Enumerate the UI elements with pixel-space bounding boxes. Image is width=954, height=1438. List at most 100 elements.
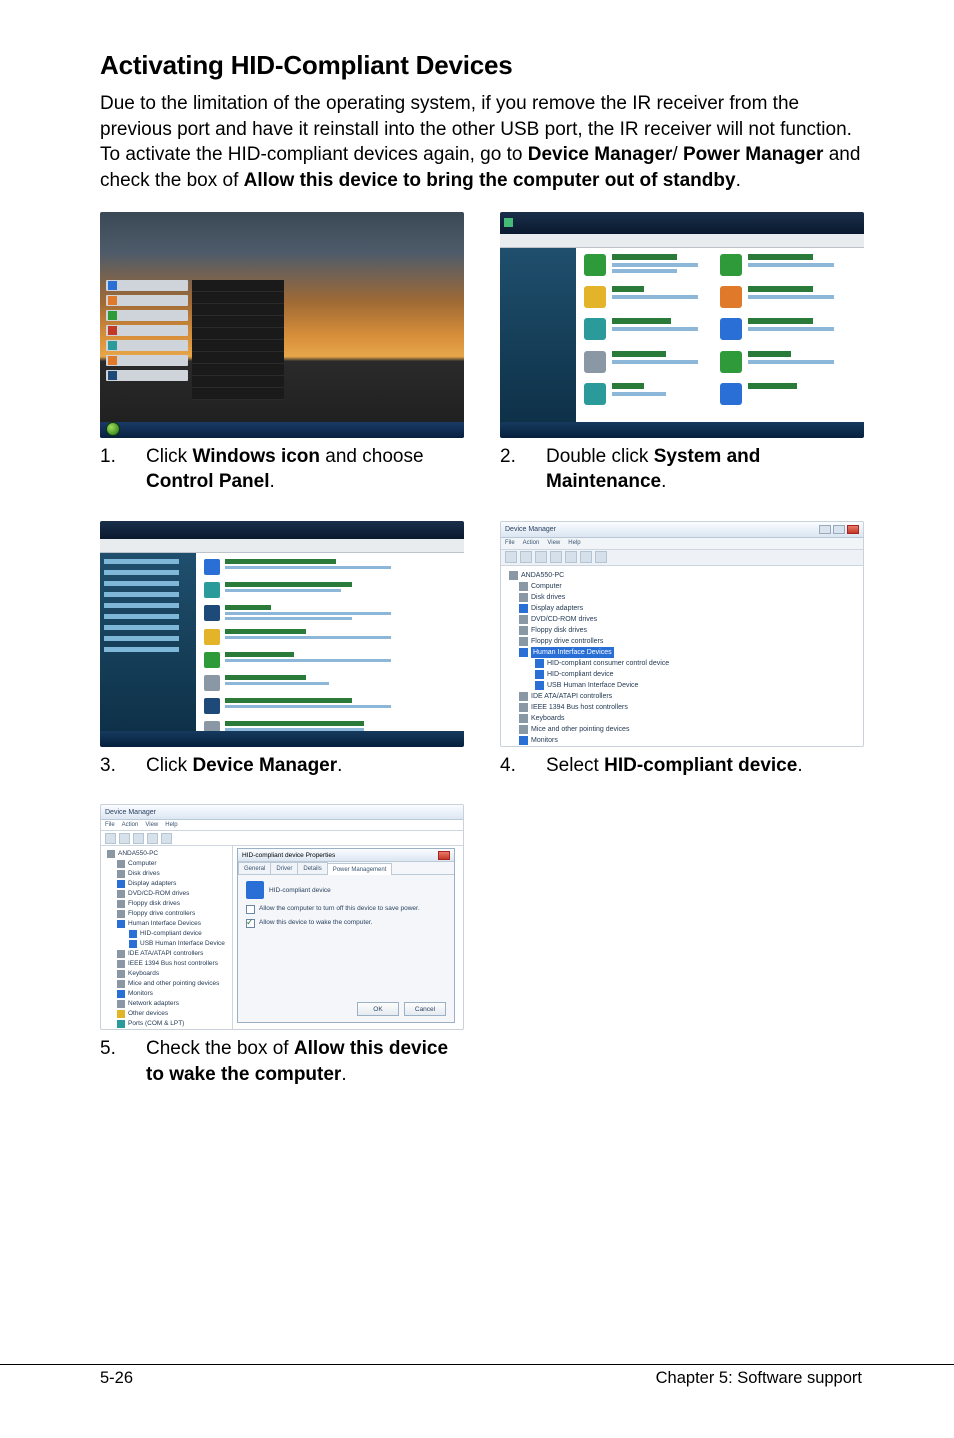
tree-node[interactable]: Floppy drive controllers: [503, 636, 861, 647]
menu-action[interactable]: Action: [122, 822, 139, 828]
tree-leaf[interactable]: USB Human Interface Device: [103, 939, 230, 949]
tree-node[interactable]: Network adapters: [103, 999, 230, 1009]
tree-leaf[interactable]: HID-compliant consumer control device: [503, 658, 861, 669]
checkbox-icon[interactable]: [246, 919, 255, 928]
start-app[interactable]: [106, 325, 188, 336]
tree-node[interactable]: Ports (COM & LPT): [103, 1019, 230, 1029]
ok-button[interactable]: OK: [357, 1002, 399, 1016]
tree-node[interactable]: Mice and other pointing devices: [103, 979, 230, 989]
tab-power-management[interactable]: Power Management: [327, 863, 393, 875]
tree-node[interactable]: Monitors: [103, 989, 230, 999]
sm-item[interactable]: [204, 675, 456, 691]
tree-node[interactable]: Display adapters: [503, 603, 861, 614]
cp-item[interactable]: [584, 383, 720, 407]
start-item[interactable]: [192, 292, 284, 304]
toolbar-button[interactable]: [161, 833, 172, 844]
close-button[interactable]: [847, 525, 859, 534]
toolbar-button[interactable]: [147, 833, 158, 844]
minimize-button[interactable]: [819, 525, 831, 534]
tree-node[interactable]: Keyboards: [103, 969, 230, 979]
windows-start-orb[interactable]: [106, 422, 120, 436]
tab-general[interactable]: General: [238, 862, 271, 874]
tree-node[interactable]: Computer: [103, 859, 230, 869]
tab-driver[interactable]: Driver: [270, 862, 298, 874]
cancel-button[interactable]: Cancel: [404, 1002, 446, 1016]
cp-item[interactable]: [584, 318, 720, 342]
start-item[interactable]: [192, 328, 284, 340]
tree-node[interactable]: Disk drives: [503, 592, 861, 603]
toolbar-button[interactable]: [119, 833, 130, 844]
tree-node[interactable]: Computer: [503, 581, 861, 592]
toolbar-button[interactable]: [133, 833, 144, 844]
tree-leaf[interactable]: HID-compliant device: [103, 929, 230, 939]
tab-details[interactable]: Details: [297, 862, 327, 874]
cp-item[interactable]: [584, 286, 720, 310]
menu-view[interactable]: View: [145, 822, 158, 828]
tree-node-hid[interactable]: Human Interface Devices: [503, 647, 861, 658]
menu-help[interactable]: Help: [165, 822, 177, 828]
sm-item[interactable]: [204, 582, 456, 598]
tree-node[interactable]: Disk drives: [103, 869, 230, 879]
checkbox-icon[interactable]: [246, 905, 255, 914]
start-item[interactable]: [192, 280, 284, 292]
tree-node[interactable]: Other devices: [103, 1009, 230, 1019]
cp-item[interactable]: [584, 351, 720, 375]
cp-item[interactable]: [720, 351, 856, 375]
checkbox-turn-off[interactable]: Allow the computer to turn off this devi…: [246, 905, 446, 914]
checkbox-wake-computer[interactable]: Allow this device to wake the computer.: [246, 919, 446, 928]
toolbar-button[interactable]: [505, 551, 517, 563]
maximize-button[interactable]: [833, 525, 845, 534]
sm-item[interactable]: [204, 652, 456, 668]
tree-node[interactable]: Floppy disk drives: [103, 899, 230, 909]
dialog-close-button[interactable]: [438, 851, 450, 860]
tree-node[interactable]: Display adapters: [103, 879, 230, 889]
toolbar-button[interactable]: [520, 551, 532, 563]
start-item[interactable]: [192, 364, 284, 376]
start-item[interactable]: [192, 388, 284, 400]
address-bar[interactable]: [500, 234, 864, 248]
start-item[interactable]: [192, 304, 284, 316]
start-app[interactable]: [106, 280, 188, 291]
menu-file[interactable]: File: [105, 822, 115, 828]
tree-node[interactable]: Floppy disk drives: [503, 625, 861, 636]
menu-action[interactable]: Action: [523, 540, 540, 546]
sm-item[interactable]: [204, 605, 456, 622]
cp-item[interactable]: [720, 383, 856, 407]
cp-item[interactable]: [584, 254, 720, 278]
cp-item[interactable]: [720, 286, 856, 310]
tree-root[interactable]: ANDA550-PC: [103, 849, 230, 859]
tree-node[interactable]: Monitors: [503, 735, 861, 746]
start-item[interactable]: [192, 376, 284, 388]
start-app[interactable]: [106, 295, 188, 306]
tree-node[interactable]: DVD/CD-ROM drives: [503, 614, 861, 625]
cp-item[interactable]: [720, 318, 856, 342]
start-item[interactable]: [192, 352, 284, 364]
menu-file[interactable]: File: [505, 540, 515, 546]
tree-node[interactable]: IEEE 1394 Bus host controllers: [103, 959, 230, 969]
tree-node[interactable]: Floppy drive controllers: [103, 909, 230, 919]
menu-help[interactable]: Help: [568, 540, 580, 546]
sm-item[interactable]: [204, 559, 456, 575]
tree-leaf[interactable]: USB Human Interface Device: [503, 680, 861, 691]
tree-leaf[interactable]: HID-compliant device: [503, 669, 861, 680]
tree-node[interactable]: DVD/CD-ROM drives: [103, 889, 230, 899]
tree-node[interactable]: Mice and other pointing devices: [503, 724, 861, 735]
address-bar[interactable]: [100, 539, 464, 553]
start-item[interactable]: [192, 316, 284, 328]
start-app[interactable]: [106, 370, 188, 381]
cp-item[interactable]: [720, 254, 856, 278]
toolbar-button[interactable]: [580, 551, 592, 563]
tree-node[interactable]: Keyboards: [503, 713, 861, 724]
start-app[interactable]: [106, 310, 188, 321]
toolbar-button[interactable]: [535, 551, 547, 563]
sm-item[interactable]: [204, 629, 456, 645]
toolbar-button[interactable]: [595, 551, 607, 563]
menu-view[interactable]: View: [547, 540, 560, 546]
start-app[interactable]: [106, 355, 188, 366]
toolbar-button[interactable]: [105, 833, 116, 844]
tree-node[interactable]: IDE ATA/ATAPI controllers: [503, 691, 861, 702]
toolbar-button[interactable]: [565, 551, 577, 563]
tree-node[interactable]: Human Interface Devices: [103, 919, 230, 929]
tree-root[interactable]: ANDA550-PC: [503, 570, 861, 581]
tree-node[interactable]: IDE ATA/ATAPI controllers: [103, 949, 230, 959]
